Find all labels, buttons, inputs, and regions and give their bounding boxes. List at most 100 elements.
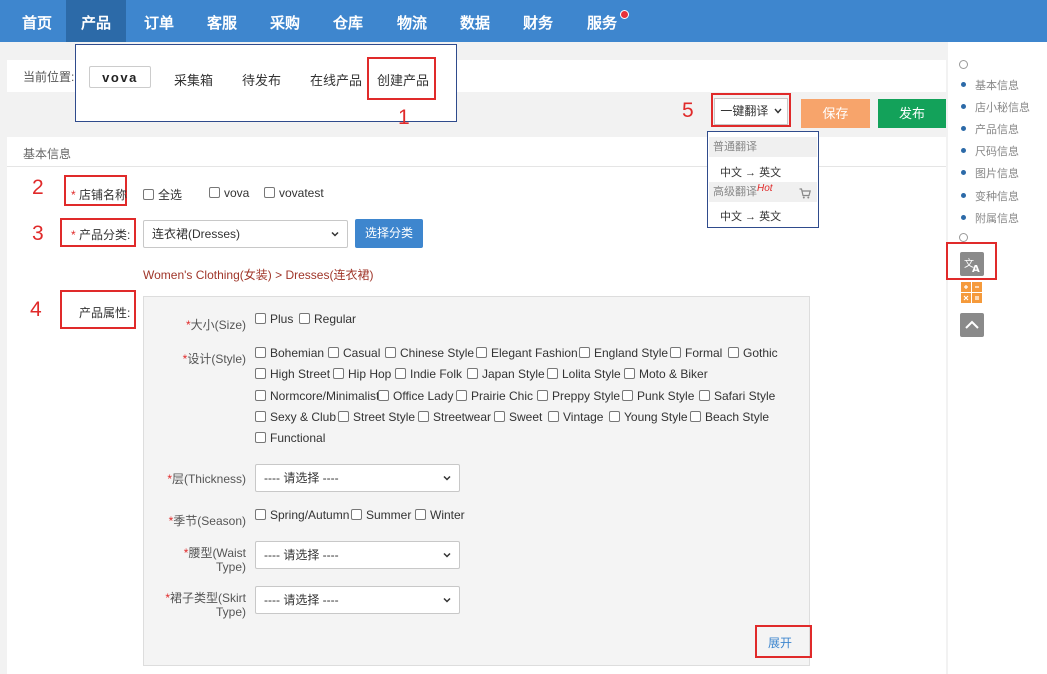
style-option[interactable]: Punk Style [622, 389, 694, 403]
checkbox[interactable] [255, 347, 266, 358]
size-plus[interactable]: Plus [255, 312, 293, 326]
checkbox[interactable] [333, 368, 344, 379]
style-option[interactable]: Lolita Style [547, 367, 621, 381]
checkbox[interactable] [299, 313, 310, 324]
publish-button[interactable]: 发布 [878, 99, 946, 128]
checkbox[interactable] [255, 411, 266, 422]
nav-item-home[interactable]: 首页 [8, 0, 66, 42]
style-option[interactable]: Japan Style [467, 367, 545, 381]
sidebar-item-image-info[interactable]: 图片信息 [975, 165, 1019, 181]
style-option[interactable]: Gothic [728, 346, 778, 360]
checkbox[interactable] [622, 390, 633, 401]
checkbox[interactable] [209, 187, 220, 198]
nav-item-warehouse[interactable]: 仓库 [320, 0, 376, 42]
sidebar-item-size-info[interactable]: 尺码信息 [975, 143, 1019, 159]
sidebar-item-dxm-info[interactable]: 店小秘信息 [975, 99, 1030, 115]
checkbox[interactable] [609, 411, 620, 422]
style-option[interactable]: Safari Style [699, 389, 775, 403]
nav-item-logistics[interactable]: 物流 [384, 0, 440, 42]
style-option[interactable]: Bohemian [255, 346, 324, 360]
select-category-button[interactable]: 选择分类 [355, 219, 423, 248]
category-select[interactable]: 连衣裙(Dresses) [143, 220, 348, 248]
style-option[interactable]: Vintage [548, 410, 603, 424]
style-option[interactable]: Office Lady [378, 389, 453, 403]
style-option[interactable]: Street Style [338, 410, 415, 424]
style-option[interactable]: Young Style [609, 410, 688, 424]
checkbox[interactable] [548, 411, 559, 422]
store-select-all[interactable]: 全选 [143, 186, 182, 203]
checkbox[interactable] [255, 509, 266, 520]
checkbox[interactable] [456, 390, 467, 401]
checkbox[interactable] [255, 368, 266, 379]
checkbox[interactable] [467, 368, 478, 379]
checkbox[interactable] [624, 368, 635, 379]
tab-collection-box[interactable]: 采集箱 [174, 70, 213, 89]
style-option[interactable]: Prairie Chic [456, 389, 533, 403]
category-path[interactable]: Women's Clothing(女装) > Dresses(连衣裙) [143, 266, 373, 283]
tab-online-products[interactable]: 在线产品 [310, 70, 362, 89]
style-option[interactable]: Normcore/Minimalist [255, 389, 379, 403]
style-option[interactable]: Preppy Style [537, 389, 620, 403]
store-vova[interactable]: vova [209, 186, 249, 200]
checkbox[interactable] [255, 390, 266, 401]
style-option[interactable]: Sweet [494, 410, 542, 424]
skirt-type-select[interactable]: ---- 请选择 ---- [255, 586, 460, 614]
expand-link[interactable]: 展开 [768, 634, 792, 651]
vova-logo[interactable]: vova [89, 66, 151, 88]
checkbox[interactable] [476, 347, 487, 358]
nav-item-order[interactable]: 订单 [131, 0, 187, 42]
checkbox[interactable] [378, 390, 389, 401]
style-option[interactable]: Beach Style [690, 410, 769, 424]
one-click-translate-button[interactable]: 一键翻译 [714, 98, 788, 125]
checkbox[interactable] [547, 368, 558, 379]
checkbox[interactable] [494, 411, 505, 422]
translate-icon[interactable]: 文A [960, 252, 984, 276]
checkbox[interactable] [255, 432, 266, 443]
nav-item-services[interactable]: 服务 [574, 0, 630, 42]
checkbox[interactable] [415, 509, 426, 520]
style-option[interactable]: England Style [579, 346, 668, 360]
checkbox[interactable] [728, 347, 739, 358]
sidebar-item-extra-info[interactable]: 附属信息 [975, 210, 1019, 226]
nav-item-data[interactable]: 数据 [447, 0, 503, 42]
checkbox[interactable] [255, 313, 266, 324]
store-vovatest[interactable]: vovatest [264, 186, 324, 200]
scroll-to-top-button[interactable] [960, 313, 984, 337]
style-option[interactable]: Formal [670, 346, 722, 360]
save-button[interactable]: 保存 [801, 99, 870, 128]
tab-pending-publish[interactable]: 待发布 [242, 70, 281, 89]
size-regular[interactable]: Regular [299, 312, 356, 326]
nav-item-product[interactable]: 产品 [66, 0, 126, 42]
style-option[interactable]: Streetwear [418, 410, 491, 424]
waist-type-select[interactable]: ---- 请选择 ---- [255, 541, 460, 569]
sidebar-item-variant-info[interactable]: 变种信息 [975, 188, 1019, 204]
checkbox[interactable] [395, 368, 406, 379]
nav-item-purchase[interactable]: 采购 [257, 0, 313, 42]
checkbox[interactable] [385, 347, 396, 358]
checkbox[interactable] [328, 347, 339, 358]
checkbox[interactable] [418, 411, 429, 422]
thickness-select[interactable]: ---- 请选择 ---- [255, 464, 460, 492]
style-option[interactable]: High Street [255, 367, 330, 381]
nav-item-service-desk[interactable]: 客服 [194, 0, 250, 42]
style-option[interactable]: Sexy & Club [255, 410, 336, 424]
translate-advanced-zh-en[interactable]: 中文 → 英文 [720, 208, 781, 224]
style-option[interactable]: Functional [255, 431, 325, 445]
checkbox[interactable] [143, 189, 154, 200]
style-option[interactable]: Indie Folk [395, 367, 462, 381]
season-spring-autumn[interactable]: Spring/Autumn [255, 508, 349, 522]
style-option[interactable]: Elegant Fashion [476, 346, 578, 360]
checkbox[interactable] [351, 509, 362, 520]
sidebar-item-product-info[interactable]: 产品信息 [975, 121, 1019, 137]
style-option[interactable]: Moto & Biker [624, 367, 708, 381]
style-option[interactable]: Hip Hop [333, 367, 391, 381]
checkbox[interactable] [579, 347, 590, 358]
season-winter[interactable]: Winter [415, 508, 465, 522]
nav-item-finance[interactable]: 财务 [510, 0, 566, 42]
checkbox[interactable] [537, 390, 548, 401]
checkbox[interactable] [338, 411, 349, 422]
checkbox[interactable] [699, 390, 710, 401]
checkbox[interactable] [264, 187, 275, 198]
style-option[interactable]: Casual [328, 346, 380, 360]
sidebar-item-basic-info[interactable]: 基本信息 [975, 77, 1019, 93]
